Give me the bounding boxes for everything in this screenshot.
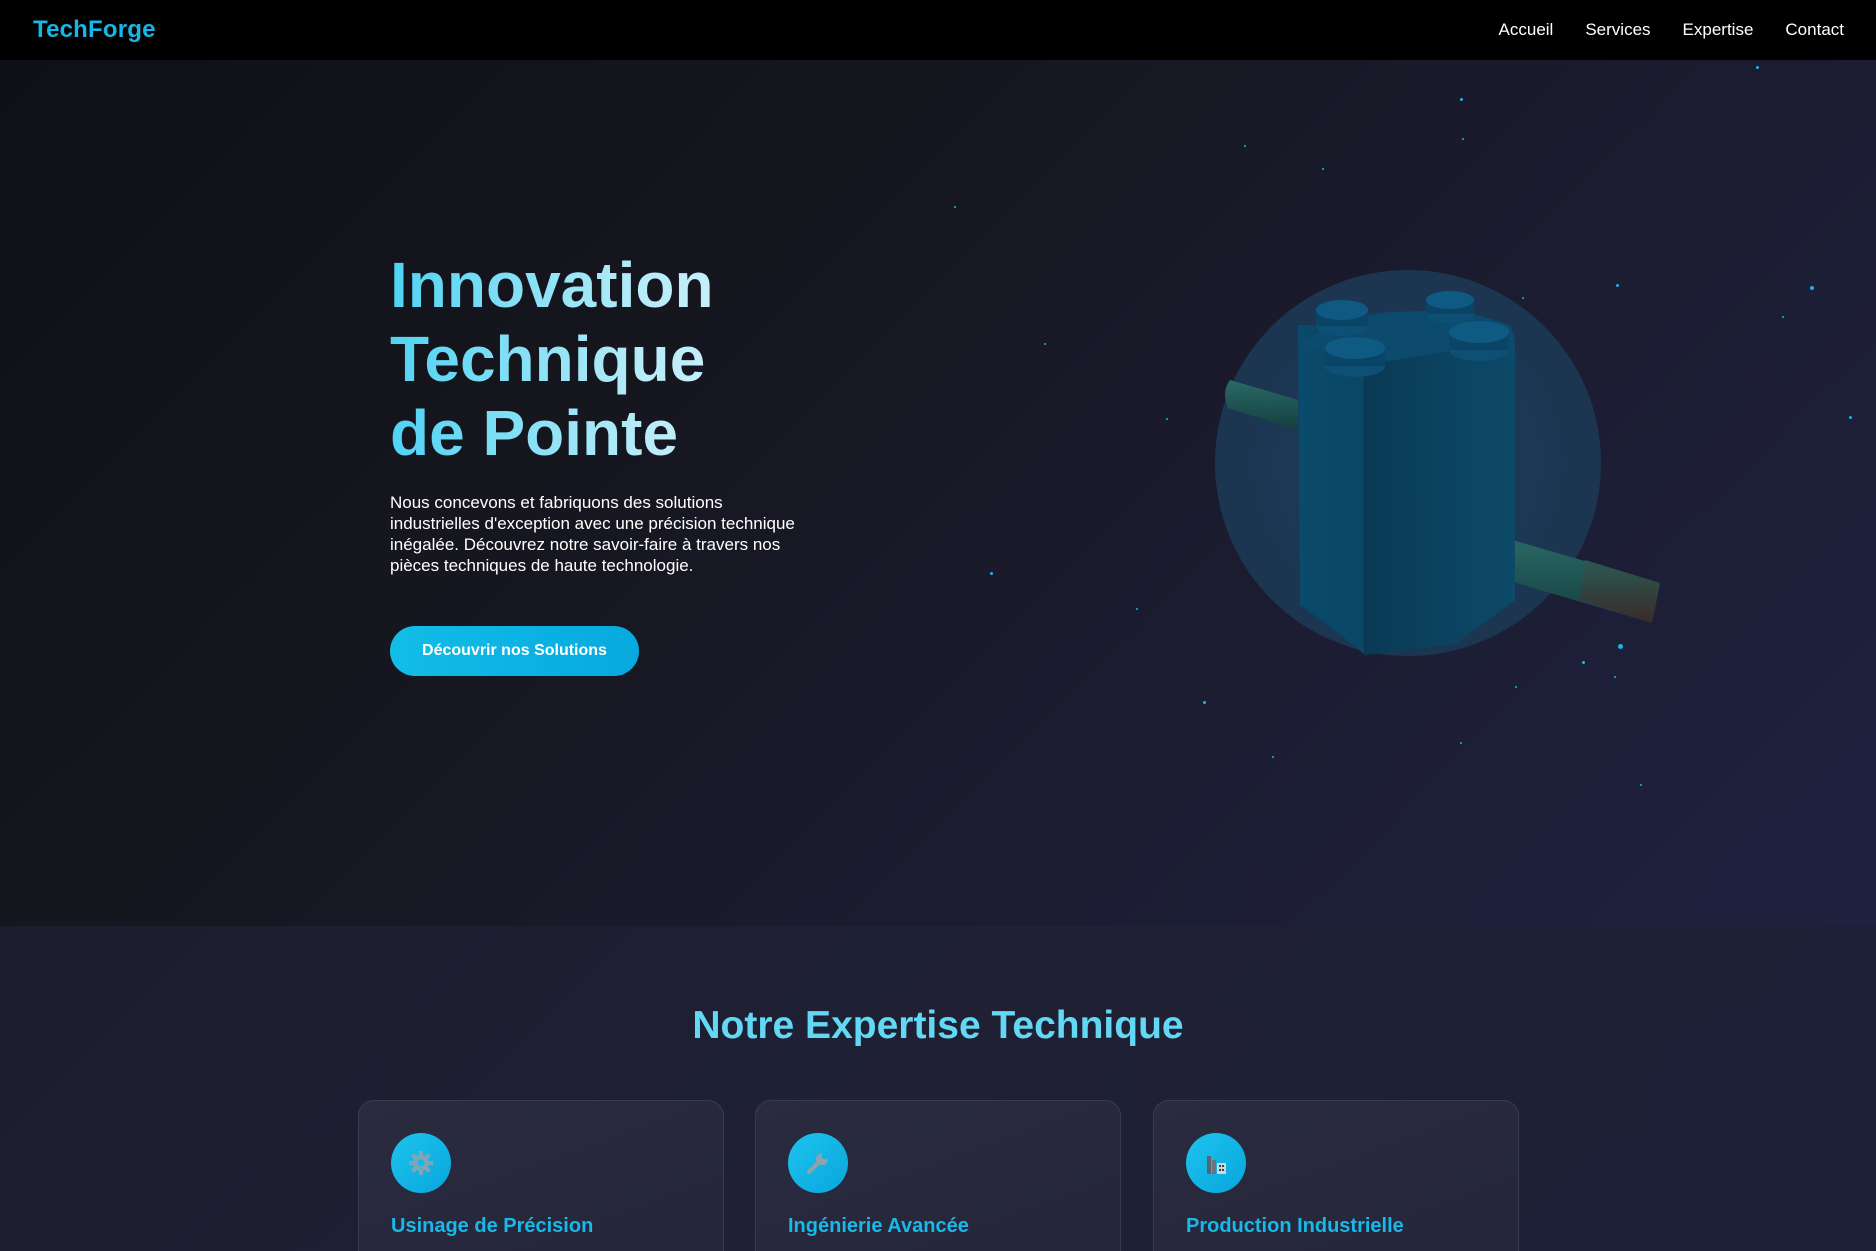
card-title: Ingénierie Avancée: [788, 1215, 969, 1237]
particle: [954, 206, 956, 208]
hero-description: Nous concevons et fabriquons des solutio…: [390, 493, 795, 575]
technical-part-3d-model[interactable]: [1215, 270, 1675, 670]
particle: [1044, 343, 1046, 345]
hero-title-line-3: de Pointe: [390, 397, 679, 469]
particle: [1460, 742, 1462, 744]
particle: [1614, 676, 1616, 678]
card-title: Production Industrielle: [1186, 1215, 1404, 1237]
hero-title: Innovation Technique de Pointe: [390, 248, 810, 470]
particle: [990, 572, 993, 575]
factory-icon: [1186, 1133, 1246, 1193]
expertise-section-title: Notre Expertise Technique: [692, 1004, 1184, 1047]
particle: [1460, 98, 1463, 101]
particle: [1640, 784, 1642, 786]
hero-title-line-2: Technique: [390, 323, 706, 395]
hero-title-line-1: Innovation: [390, 249, 714, 321]
top-navbar: TechForge Accueil Services Expertise Con…: [0, 0, 1876, 60]
particle: [1136, 608, 1138, 610]
logo[interactable]: TechForge: [33, 16, 156, 44]
particle: [1782, 316, 1784, 318]
particle: [1462, 138, 1464, 140]
particle: [1756, 66, 1759, 69]
particle: [1810, 286, 1814, 290]
particle: [1515, 686, 1517, 688]
expertise-card-ingenierie[interactable]: Ingénierie Avancée: [755, 1100, 1121, 1251]
particle: [1849, 416, 1852, 419]
expertise-section: Notre Expertise Technique Usinage de Pré…: [0, 926, 1876, 1251]
nav-link-contact[interactable]: Contact: [1785, 20, 1844, 40]
particle: [1244, 145, 1246, 147]
expertise-card-usinage[interactable]: Usinage de Précision: [358, 1100, 724, 1251]
nav-links: Accueil Services Expertise Contact: [1499, 20, 1844, 40]
card-title: Usinage de Précision: [391, 1215, 594, 1237]
particle: [1203, 701, 1206, 704]
discover-solutions-button[interactable]: Découvrir nos Solutions: [390, 626, 639, 676]
gear-icon: [391, 1133, 451, 1193]
expertise-card-production[interactable]: Production Industrielle: [1153, 1100, 1519, 1251]
nav-link-expertise[interactable]: Expertise: [1683, 20, 1754, 40]
hero-section: Innovation Technique de Pointe Nous conc…: [0, 60, 1876, 926]
hero-text-block: Innovation Technique de Pointe Nous conc…: [390, 248, 810, 676]
particle: [1272, 756, 1274, 758]
wrench-icon: [788, 1133, 848, 1193]
particle: [1166, 418, 1168, 420]
nav-link-accueil[interactable]: Accueil: [1499, 20, 1554, 40]
nav-link-services[interactable]: Services: [1585, 20, 1650, 40]
particle: [1322, 168, 1324, 170]
